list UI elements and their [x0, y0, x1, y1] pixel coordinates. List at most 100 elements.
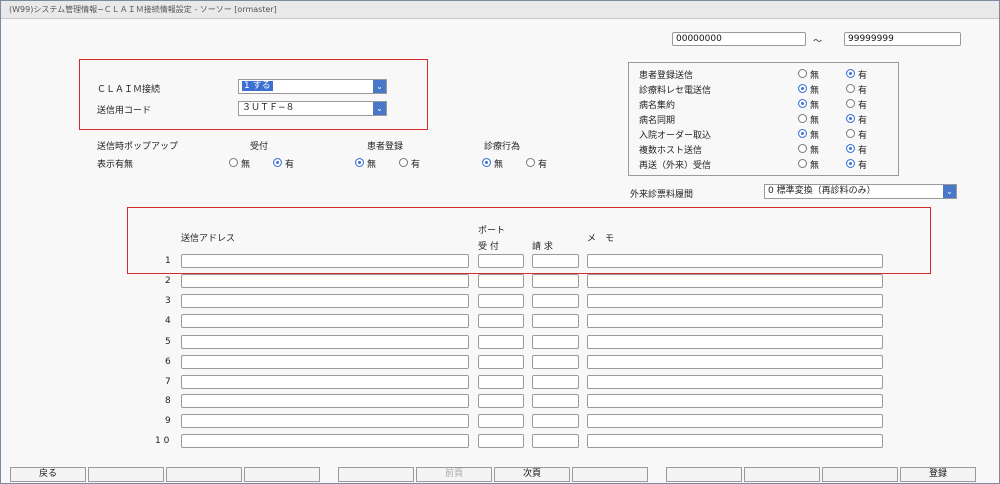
claim-connect-label: ＣＬＡＩＭ接続	[97, 85, 161, 95]
option-label: 無	[810, 101, 820, 111]
outpatient-value: 0 標準変換（再診料のみ）	[768, 186, 876, 196]
memo-input[interactable]	[587, 314, 883, 328]
send-option-yes-radio[interactable]	[846, 69, 855, 78]
send-option-yes-radio[interactable]	[846, 129, 855, 138]
send-option-label: 再送（外来）受信	[639, 161, 712, 171]
function-key-9-button[interactable]	[666, 467, 742, 482]
function-key-3-button[interactable]	[166, 467, 242, 482]
send-option-none-radio[interactable]	[798, 114, 807, 123]
receive-port-input[interactable]	[478, 355, 524, 369]
window-title: (W99)システム管理情報−ＣＬＡＩＭ接続情報設定 - ソーソー [ormast…	[9, 5, 277, 14]
range-from-input[interactable]: 00000000	[672, 32, 806, 46]
memo-input[interactable]	[587, 394, 883, 408]
receive-port-input[interactable]	[478, 335, 524, 349]
popup-reception-yes-radio[interactable]	[273, 158, 282, 167]
request-port-input[interactable]	[532, 254, 579, 268]
popup-patient-yes-radio[interactable]	[399, 158, 408, 167]
receive-port-input[interactable]	[478, 394, 524, 408]
memo-input[interactable]	[587, 274, 883, 288]
host-address-input[interactable]	[181, 294, 469, 308]
request-port-input[interactable]	[532, 314, 579, 328]
host-address-input[interactable]	[181, 414, 469, 428]
host-address-input[interactable]	[181, 335, 469, 349]
host-address-input[interactable]	[181, 314, 469, 328]
function-key-2-button[interactable]	[88, 467, 164, 482]
function-key-10-button[interactable]	[744, 467, 820, 482]
function-key-11-button[interactable]	[822, 467, 898, 482]
row-number: 4	[165, 316, 171, 326]
receive-port-input[interactable]	[478, 434, 524, 448]
send-option-yes-radio[interactable]	[846, 84, 855, 93]
outpatient-select[interactable]: 0 標準変換（再診料のみ） ⌄	[764, 184, 957, 199]
send-option-yes-radio[interactable]	[846, 144, 855, 153]
option-label: 無	[810, 131, 820, 141]
option-label: 無	[810, 71, 820, 81]
port-header: ポート	[478, 226, 506, 236]
function-key-12-button[interactable]: 登録	[900, 467, 976, 482]
memo-input[interactable]	[587, 254, 883, 268]
function-key-6-button[interactable]: 前頁	[416, 467, 492, 482]
memo-input[interactable]	[587, 434, 883, 448]
send-option-none-radio[interactable]	[798, 69, 807, 78]
request-port-input[interactable]	[532, 335, 579, 349]
receive-port-input[interactable]	[478, 314, 524, 328]
chevron-down-icon[interactable]: ⌄	[373, 102, 386, 115]
claim-connect-select[interactable]: 1 する ⌄	[238, 79, 387, 94]
range-separator: ～	[813, 37, 823, 47]
app-window: (W99)システム管理情報−ＣＬＡＩＭ接続情報設定 - ソーソー [ormast…	[0, 0, 1000, 484]
memo-input[interactable]	[587, 335, 883, 349]
send-option-label: 診療料レセ電送信	[639, 86, 712, 96]
send-option-yes-radio[interactable]	[846, 159, 855, 168]
request-port-input[interactable]	[532, 355, 579, 369]
popup-reception-none-radio[interactable]	[229, 158, 238, 167]
host-address-input[interactable]	[181, 375, 469, 389]
request-port-input[interactable]	[532, 375, 579, 389]
popup-patient-none-radio[interactable]	[355, 158, 364, 167]
option-label: 無	[494, 160, 504, 170]
popup-col-reception-label: 受付	[250, 142, 269, 152]
memo-input[interactable]	[587, 375, 883, 389]
function-key-8-button[interactable]	[572, 467, 648, 482]
request-port-input[interactable]	[532, 434, 579, 448]
request-port-input[interactable]	[532, 414, 579, 428]
memo-input[interactable]	[587, 355, 883, 369]
send-option-none-radio[interactable]	[798, 99, 807, 108]
send-option-yes-radio[interactable]	[846, 114, 855, 123]
send-option-none-radio[interactable]	[798, 129, 807, 138]
host-address-input[interactable]	[181, 394, 469, 408]
receive-port-input[interactable]	[478, 375, 524, 389]
encoding-value: ３ＵＴＦ−８	[242, 103, 295, 113]
encoding-select[interactable]: ３ＵＴＦ−８ ⌄	[238, 101, 387, 116]
host-address-input[interactable]	[181, 355, 469, 369]
request-port-input[interactable]	[532, 294, 579, 308]
chevron-down-icon[interactable]: ⌄	[943, 185, 956, 198]
host-address-input[interactable]	[181, 434, 469, 448]
memo-input[interactable]	[587, 294, 883, 308]
host-address-input[interactable]	[181, 274, 469, 288]
send-option-none-radio[interactable]	[798, 84, 807, 93]
send-option-yes-radio[interactable]	[846, 99, 855, 108]
popup-treatment-none-radio[interactable]	[482, 158, 491, 167]
function-key-5-button[interactable]	[338, 467, 414, 482]
option-label: 有	[858, 146, 868, 156]
receive-port-input[interactable]	[478, 254, 524, 268]
host-address-input[interactable]	[181, 254, 469, 268]
receive-header: 受 付	[478, 242, 499, 252]
receive-port-input[interactable]	[478, 414, 524, 428]
send-option-none-radio[interactable]	[798, 144, 807, 153]
popup-treatment-yes-radio[interactable]	[526, 158, 535, 167]
function-key-7-button[interactable]: 次頁	[494, 467, 570, 482]
receive-port-input[interactable]	[478, 294, 524, 308]
send-option-none-radio[interactable]	[798, 159, 807, 168]
claim-connect-value: 1 する	[242, 81, 273, 91]
option-label: 無	[810, 146, 820, 156]
memo-input[interactable]	[587, 414, 883, 428]
function-key-1-button[interactable]: 戻る	[10, 467, 86, 482]
range-to-input[interactable]: 99999999	[844, 32, 961, 46]
request-port-input[interactable]	[532, 274, 579, 288]
receive-port-input[interactable]	[478, 274, 524, 288]
chevron-down-icon[interactable]: ⌄	[373, 80, 386, 93]
function-key-4-button[interactable]	[244, 467, 320, 482]
option-label: 有	[858, 116, 868, 126]
request-port-input[interactable]	[532, 394, 579, 408]
